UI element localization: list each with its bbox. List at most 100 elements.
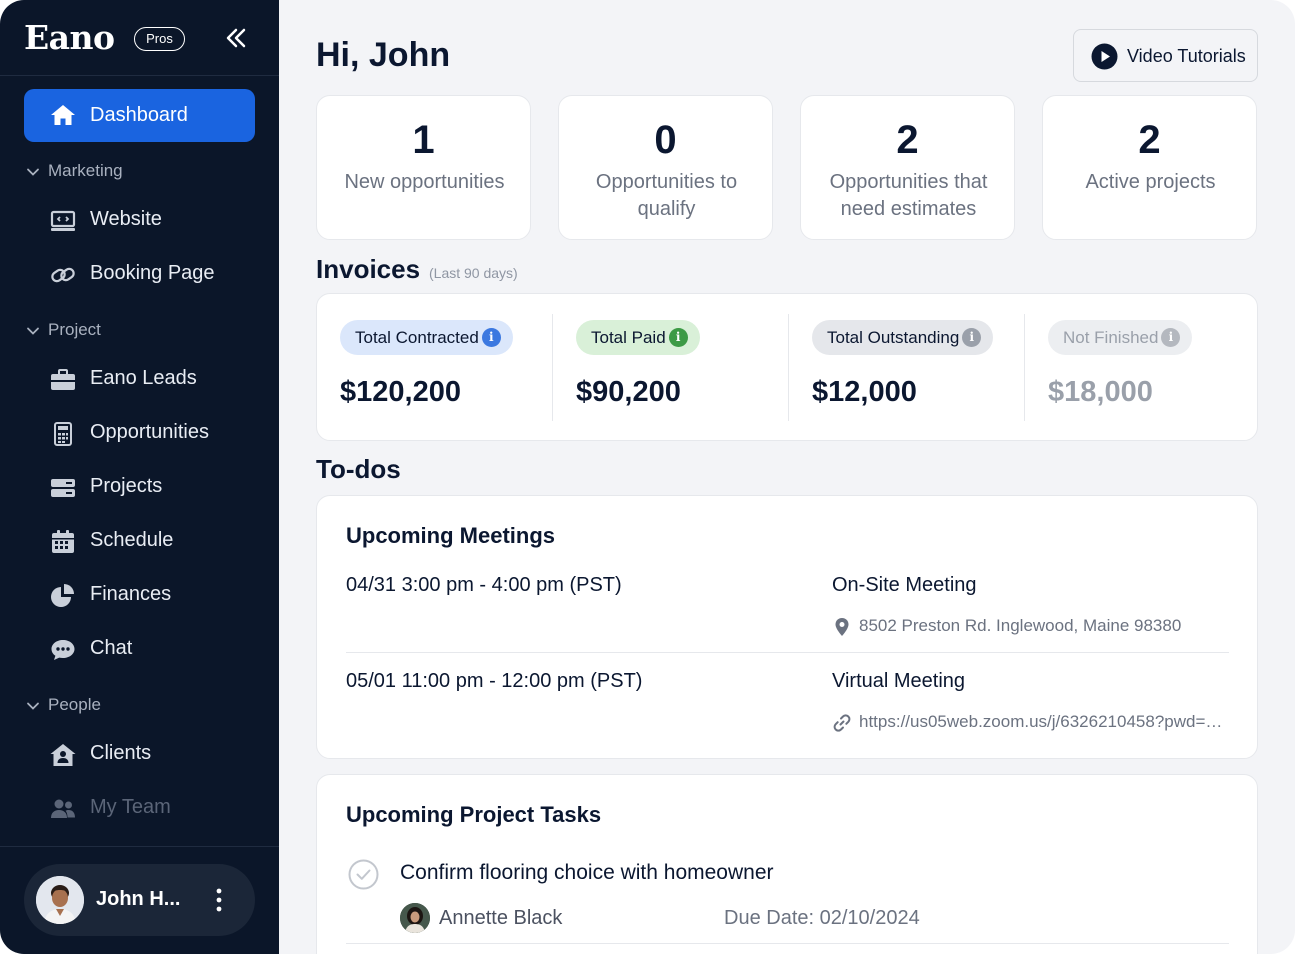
meeting-divider xyxy=(346,652,1229,653)
invoice-divider xyxy=(552,314,553,421)
invoice-value: $120,200 xyxy=(340,376,461,408)
invoice-divider xyxy=(1024,314,1025,421)
briefcase-icon xyxy=(51,369,75,390)
sidebar-item-label: My Team xyxy=(90,796,171,818)
stat-label: Active projects xyxy=(1085,171,1216,193)
page-title: Hi, John xyxy=(316,36,451,74)
sidebar-item-chat[interactable]: Chat xyxy=(24,628,255,672)
sidebar-item-label: Eano Leads xyxy=(90,367,197,389)
tasks-title: Upcoming Project Tasks xyxy=(346,802,602,827)
link-icon xyxy=(833,714,851,732)
upcoming-meetings-card: Upcoming Meetings 04/31 3:00 pm - 4:00 p… xyxy=(316,495,1258,759)
section-label: People xyxy=(48,695,101,714)
monitor-icon xyxy=(50,210,76,231)
stat-label: Opportunities that need estimates xyxy=(829,171,988,220)
invoice-value: $18,000 xyxy=(1048,376,1153,408)
invoices-card: Total Contracted i $120,200 Total Paid i… xyxy=(316,293,1258,441)
task-assignee: Annette Black xyxy=(439,907,563,929)
link-icon xyxy=(51,267,75,283)
play-icon xyxy=(1091,43,1118,70)
sidebar-item-clients[interactable]: Clients xyxy=(24,733,255,777)
team-icon xyxy=(51,799,75,818)
invoices-period: (Last 90 days) xyxy=(429,265,518,281)
avatar xyxy=(36,876,84,924)
section-label: Marketing xyxy=(48,161,123,180)
stat-card-new-opportunities[interactable]: 1 New opportunities xyxy=(316,95,531,240)
task-divider xyxy=(346,943,1229,944)
home-icon xyxy=(51,105,75,125)
check-circle-icon[interactable] xyxy=(348,859,379,890)
sidebar-item-dashboard[interactable]: Dashboard xyxy=(24,89,255,142)
brand-logo[interactable]: Eano xyxy=(24,18,115,57)
sidebar-item-finances[interactable]: Finances xyxy=(24,574,255,618)
stat-label: Opportunities to qualify xyxy=(595,171,738,220)
sidebar-item-label: Website xyxy=(90,208,162,230)
invoice-value: $90,200 xyxy=(576,376,681,408)
meeting-time: 04/31 3:00 pm - 4:00 pm (PST) xyxy=(346,574,622,596)
user-avatar-image xyxy=(36,876,84,924)
meeting-time: 05/01 11:00 pm - 12:00 pm (PST) xyxy=(346,670,643,692)
chat-icon xyxy=(51,640,75,660)
sidebar-item-schedule[interactable]: Schedule xyxy=(24,520,255,564)
collapse-sidebar-icon[interactable] xyxy=(222,24,250,52)
stat-value: 2 xyxy=(1138,118,1161,162)
stat-value: 0 xyxy=(654,118,677,162)
invoice-label: Total Paid xyxy=(591,328,666,347)
invoices-heading: Invoices xyxy=(316,254,421,284)
avatar xyxy=(400,903,430,933)
stat-value: 2 xyxy=(896,118,919,162)
sidebar-divider xyxy=(0,846,279,847)
sidebar: Eano Pros Dashboard Marketing Website Bo… xyxy=(0,0,279,954)
sidebar-item-website[interactable]: Website xyxy=(24,199,255,243)
calculator-icon xyxy=(54,422,72,446)
section-label: Project xyxy=(48,320,101,339)
sidebar-item-label: Dashboard xyxy=(90,104,188,126)
sidebar-item-label: Chat xyxy=(90,637,133,659)
upcoming-tasks-card: Upcoming Project Tasks Confirm flooring … xyxy=(316,774,1258,954)
sidebar-item-my-team[interactable]: My Team xyxy=(24,787,255,831)
invoice-label: Total Contracted xyxy=(355,328,479,347)
sidebar-item-opportunities[interactable]: Opportunities xyxy=(24,412,255,456)
sidebar-header: Eano Pros xyxy=(0,0,279,76)
info-icon[interactable]: i xyxy=(668,328,688,347)
location-text: https://us05web.zoom.us/j/6326210458?pwd… xyxy=(859,712,1223,731)
user-profile-card[interactable]: John H... xyxy=(24,864,255,936)
calendar-icon xyxy=(52,530,74,553)
video-tutorials-label: Video Tutorials xyxy=(1127,46,1246,66)
stat-card-need-estimates[interactable]: 2 Opportunities that need estimates xyxy=(800,95,1015,240)
sidebar-item-eano-leads[interactable]: Eano Leads xyxy=(24,358,255,402)
todos-heading: To-dos xyxy=(316,454,401,484)
assignee-avatar-image xyxy=(400,903,430,933)
meeting-type[interactable]: On-Site Meeting xyxy=(832,574,977,597)
invoice-label: Not Finished xyxy=(1063,328,1159,347)
info-icon[interactable]: i xyxy=(962,328,982,347)
invoice-value: $12,000 xyxy=(812,376,917,408)
invoice-pill: Total Contracted i xyxy=(340,320,513,355)
plan-badge: Pros xyxy=(134,27,185,51)
sidebar-item-label: Booking Page xyxy=(90,262,215,284)
stat-card-active-projects[interactable]: 2 Active projects xyxy=(1042,95,1257,240)
meeting-type[interactable]: Virtual Meeting xyxy=(832,670,965,693)
chevron-down-icon xyxy=(27,168,39,176)
location-text: 8502 Preston Rd. Inglewood, Maine 98380 xyxy=(859,616,1182,635)
stat-label: New opportunities xyxy=(344,171,505,193)
user-name: John H... xyxy=(96,888,181,910)
sidebar-item-label: Clients xyxy=(90,742,152,764)
info-icon[interactable]: i xyxy=(481,328,501,347)
stat-card-opportunities-to-qualify[interactable]: 0 Opportunities to qualify xyxy=(558,95,773,240)
sidebar-item-label: Opportunities xyxy=(90,421,209,443)
task-title[interactable]: Confirm flooring choice with homeowner xyxy=(400,861,774,885)
chevron-down-icon xyxy=(27,702,39,710)
info-icon[interactable]: i xyxy=(1161,328,1181,347)
invoice-pill: Not Finished i xyxy=(1048,320,1193,355)
sidebar-item-booking-page[interactable]: Booking Page xyxy=(24,253,255,297)
sidebar-item-label: Projects xyxy=(90,475,163,497)
sidebar-item-projects[interactable]: Projects xyxy=(24,466,255,510)
video-tutorials-button[interactable]: Video Tutorials xyxy=(1073,29,1258,82)
invoice-label: Total Outstanding xyxy=(827,328,960,347)
chevron-down-icon xyxy=(27,327,39,335)
invoice-divider xyxy=(788,314,789,421)
invoice-pill: Total Paid i xyxy=(576,320,700,355)
map-pin-icon xyxy=(835,618,849,636)
more-options-icon[interactable] xyxy=(212,884,226,916)
